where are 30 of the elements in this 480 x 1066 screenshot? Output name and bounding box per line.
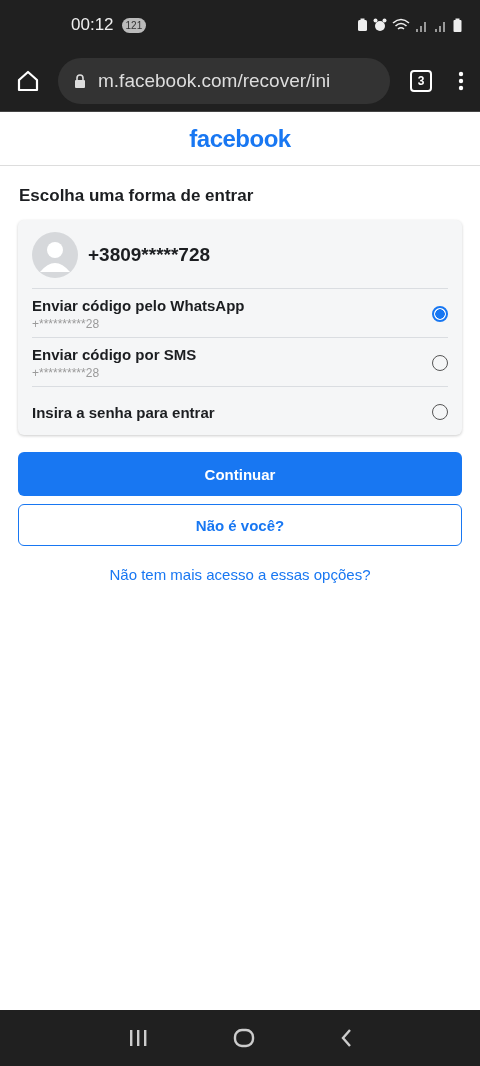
battery-saver-icon (357, 18, 368, 32)
back-icon[interactable] (340, 1028, 353, 1048)
recent-apps-icon[interactable] (127, 1029, 148, 1047)
logo[interactable]: facebook (189, 124, 291, 153)
option-row[interactable]: Enviar código pelo WhatsApp +**********28 (32, 289, 448, 338)
option-row[interactable]: Insira a senha para entrar (32, 387, 448, 435)
more-options-icon[interactable] (458, 70, 464, 91)
notification-count: 121 (121, 17, 147, 33)
home-icon[interactable] (16, 68, 40, 93)
not-you-button[interactable]: Não é você? (18, 504, 462, 546)
option-detail: +**********28 (32, 317, 101, 331)
no-access-link[interactable]: Não tem mais acesso a essas opções? (109, 566, 371, 583)
avatar-icon (32, 232, 78, 278)
page-title: Escolha uma forma de entrar (19, 186, 255, 206)
wifi-icon (392, 18, 410, 32)
radio-button[interactable] (432, 306, 448, 322)
option-detail: +**********28 (32, 366, 101, 380)
address-bar[interactable]: m.facebook.com/recover/ini (58, 57, 390, 104)
home-nav-icon[interactable] (233, 1028, 255, 1048)
tab-count-button[interactable]: 3 (410, 69, 432, 92)
account-phone: +3809*****728 (88, 244, 211, 266)
battery-icon (453, 18, 462, 32)
option-label: Enviar código pelo WhatsApp (32, 297, 246, 314)
status-time: 00:12 (71, 15, 114, 35)
option-row[interactable]: Enviar código por SMS +**********28 (32, 338, 448, 387)
continue-button[interactable]: Continuar (18, 452, 462, 496)
lock-icon (74, 73, 86, 88)
option-label: Insira a senha para entrar (32, 403, 216, 421)
option-label: Enviar código por SMS (32, 346, 198, 363)
url-text: m.facebook.com/recover/ini (98, 69, 331, 92)
